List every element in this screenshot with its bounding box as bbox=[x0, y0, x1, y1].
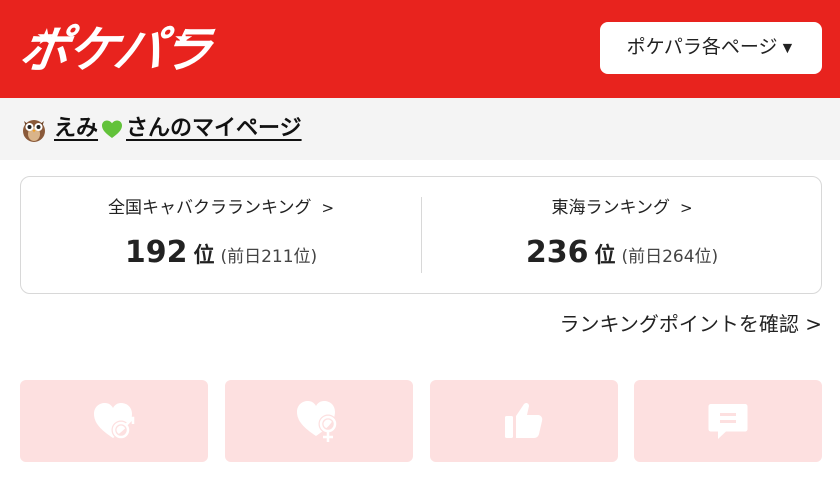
comment-icon bbox=[708, 404, 748, 439]
owl-icon bbox=[23, 120, 45, 142]
ranking-title[interactable]: 東海ランキング > bbox=[422, 197, 822, 219]
rank-number: 192 bbox=[124, 235, 188, 270]
heart-female-button[interactable] bbox=[225, 380, 413, 462]
ranking-points-link[interactable]: ランキングポイントを確認 > bbox=[559, 310, 822, 338]
rank-previous: (前日211位) bbox=[220, 247, 318, 267]
mypage-bar: えみ さんのマイページ bbox=[0, 98, 840, 160]
chevron-right-icon: > bbox=[321, 199, 335, 217]
site-logo[interactable]: ポケパラ ★ ★ bbox=[16, 20, 214, 80]
chevron-right-icon: > bbox=[679, 199, 693, 217]
heart-male-button[interactable] bbox=[20, 380, 208, 462]
heart-male-icon bbox=[94, 403, 135, 440]
mypage-suffix: さんのマイページ bbox=[126, 116, 302, 141]
user-name: えみ bbox=[54, 116, 99, 141]
green-heart-icon bbox=[102, 120, 123, 138]
header: ポケパラ ★ ★ ポケパラ各ページ ▼ bbox=[0, 0, 840, 98]
caret-down-icon: ▼ bbox=[779, 40, 796, 57]
regional-ranking[interactable]: 東海ランキング > 236 位 (前日264位) bbox=[422, 177, 822, 293]
like-button[interactable] bbox=[430, 380, 618, 462]
ranking-title[interactable]: 全国キャバクラランキング > bbox=[21, 197, 421, 219]
national-ranking[interactable]: 全国キャバクラランキング > 192 位 (前日211位) bbox=[21, 177, 421, 293]
ranking-value: 236 位 (前日264位) bbox=[422, 233, 822, 273]
pages-menu-label: ポケパラ各ページ bbox=[626, 37, 778, 58]
comment-button[interactable] bbox=[634, 380, 822, 462]
rank-unit: 位 bbox=[594, 243, 616, 267]
mypage-link[interactable]: えみ さんのマイページ bbox=[20, 112, 302, 146]
pages-menu-button[interactable]: ポケパラ各ページ ▼ bbox=[600, 22, 822, 74]
rank-previous: (前日264位) bbox=[621, 247, 719, 267]
heart-female-icon bbox=[297, 401, 338, 442]
rank-unit: 位 bbox=[193, 243, 215, 267]
rank-number: 236 bbox=[525, 235, 589, 270]
thumbs-up-icon bbox=[505, 402, 543, 438]
ranking-value: 192 位 (前日211位) bbox=[21, 233, 421, 273]
ranking-card: 全国キャバクラランキング > 192 位 (前日211位) 東海ランキング > 236 位… bbox=[20, 176, 822, 294]
